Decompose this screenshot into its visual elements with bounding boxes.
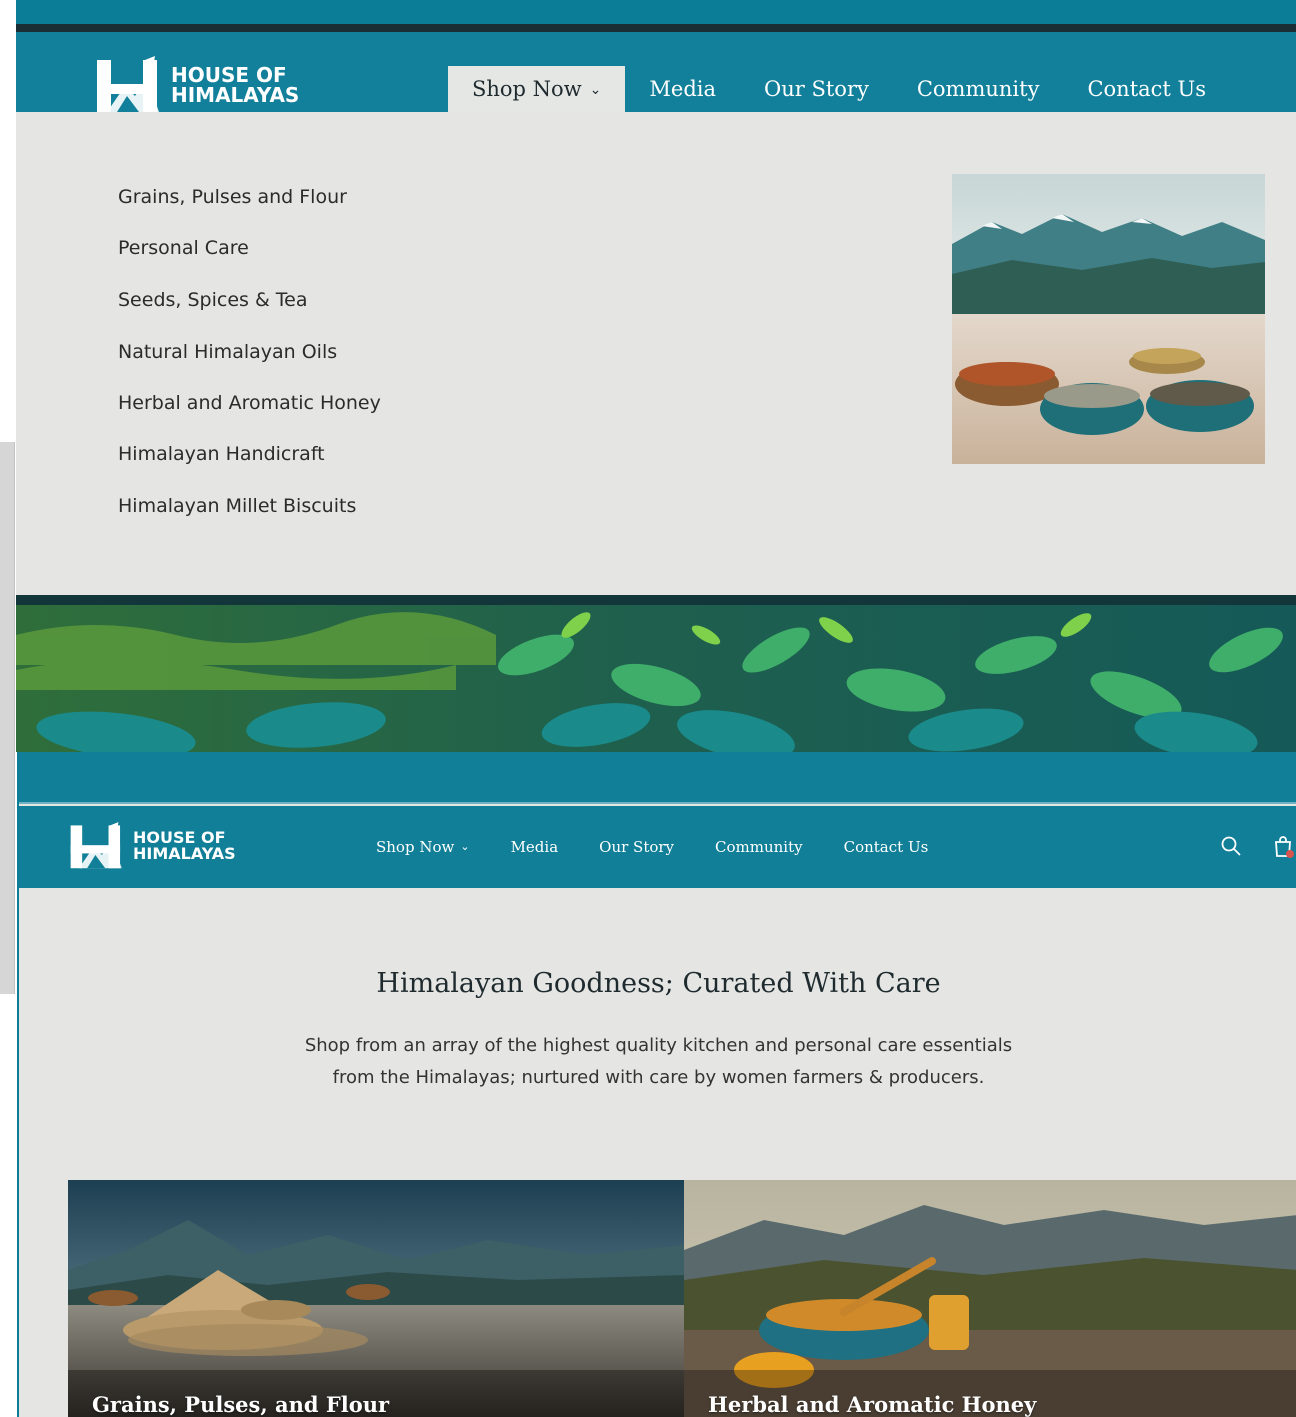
nav-community[interactable]: Community: [893, 66, 1064, 112]
category-link[interactable]: Natural Himalayan Oils: [118, 341, 337, 363]
nav-community[interactable]: Community: [715, 838, 803, 856]
search-icon[interactable]: [1219, 834, 1243, 863]
category-link[interactable]: Himalayan Handicraft: [118, 443, 325, 465]
header-top-band: [19, 752, 1296, 804]
hero-subtext: Shop from an array of the highest qualit…: [19, 1030, 1296, 1094]
category-link[interactable]: Himalayan Millet Biscuits: [118, 495, 356, 517]
nav-media[interactable]: Media: [625, 66, 740, 112]
chevron-down-icon: ⌄: [589, 82, 602, 98]
hero-headline: Himalayan Goodness; Curated With Care: [376, 968, 941, 999]
card-label: Herbal and Aromatic Honey: [708, 1392, 1037, 1417]
category-link[interactable]: Seeds, Spices & Tea: [118, 289, 308, 311]
brand-logo[interactable]: HOUSE OF HIMALAYAS: [95, 56, 299, 114]
logo-mark-icon: [97, 56, 159, 112]
brand-line-2: HIMALAYAS: [171, 83, 300, 107]
category-link[interactable]: Herbal and Aromatic Honey: [118, 392, 381, 414]
nav-shop-now[interactable]: Shop Now ⌄: [448, 66, 626, 112]
chevron-down-icon: ⌄: [460, 840, 470, 853]
logo-mark-icon: [70, 822, 122, 869]
shop-dropdown-menu: Grains, Pulses and Flour Personal Care S…: [16, 112, 1296, 595]
dropdown-feature-image: [952, 174, 1265, 464]
cart-icon[interactable]: [1271, 834, 1296, 865]
nav-shop-now-label: Shop Now: [472, 77, 582, 101]
nav-our-story[interactable]: Our Story: [740, 66, 893, 112]
brand-line-2: HIMALAYAS: [133, 844, 236, 863]
tea-plantation-banner: [16, 595, 1296, 752]
home-page-frame: HOUSE OF HIMALAYAS Shop Now ⌄ Media Our S…: [17, 752, 1296, 1417]
card-label: Grains, Pulses, and Flour: [92, 1392, 390, 1417]
main-nav: Shop Now ⌄ Media Our Story Community Cont…: [448, 66, 1230, 112]
header-divider: [19, 802, 1296, 804]
site-header-compact: HOUSE OF HIMALAYAS Shop Now ⌄ Media Our S…: [19, 806, 1296, 888]
nav-media[interactable]: Media: [511, 838, 559, 856]
side-scrollbar[interactable]: [0, 442, 15, 994]
hero-subtext-line-2: from the Himalayas; nurtured with care b…: [332, 1067, 985, 1088]
category-link[interactable]: Personal Care: [118, 237, 249, 259]
main-nav: Shop Now ⌄ Media Our Story Community Cont…: [376, 806, 969, 888]
nav-shop-now-label: Shop Now: [376, 838, 455, 856]
brand-logo[interactable]: HOUSE OF HIMALAYAS: [69, 822, 236, 870]
nav-contact-us[interactable]: Contact Us: [1063, 66, 1230, 112]
nav-our-story[interactable]: Our Story: [599, 838, 674, 856]
nav-contact-us[interactable]: Contact Us: [844, 838, 929, 856]
category-card-grains[interactable]: Grains, Pulses, and Flour: [68, 1180, 684, 1417]
hero-subtext-line-1: Shop from an array of the highest qualit…: [304, 1035, 1013, 1056]
brand-line-1: HOUSE OF: [171, 63, 287, 87]
category-card-honey[interactable]: Herbal and Aromatic Honey: [684, 1180, 1296, 1417]
category-link[interactable]: Grains, Pulses and Flour: [118, 186, 347, 208]
top-divider: [16, 24, 1296, 32]
nav-shop-now[interactable]: Shop Now ⌄: [376, 838, 470, 856]
